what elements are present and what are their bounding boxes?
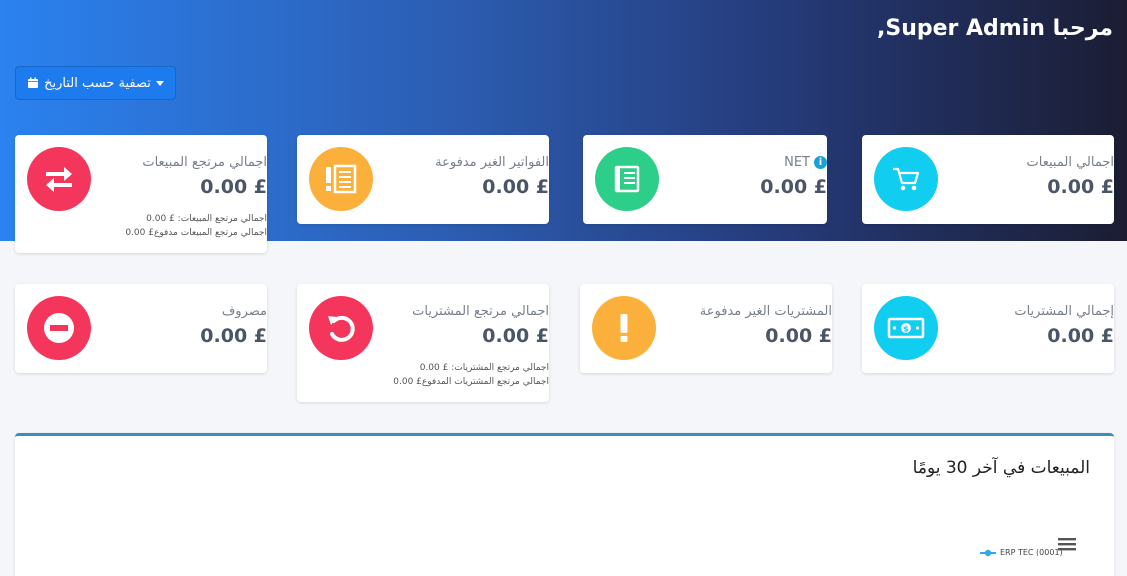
stat-label: مصروف	[221, 304, 267, 319]
cart-icon	[874, 147, 938, 211]
stat-label: المشتريات الغير مدفوعة	[699, 304, 832, 319]
stat-label: إجمالي المشتريات	[1014, 304, 1114, 319]
stat-label: اجمالي المبيعات	[1026, 155, 1114, 170]
date-filter-label: تصفية حسب التاريخ	[44, 75, 151, 91]
stat-label: اجمالي مرتجع المبيعات	[142, 155, 267, 170]
stat-card-unpaid-purchases: المشتريات الغير مدفوعة 0.00 £	[580, 284, 832, 373]
stat-value: 0.00 £	[1047, 325, 1114, 347]
chart-legend-item[interactable]: ERP TEC (0001)	[980, 548, 1063, 557]
ledger-icon	[595, 147, 659, 211]
stat-value: 0.00 £	[482, 325, 549, 347]
welcome-title: مرحبا Super Admin,	[876, 16, 1113, 41]
stat-card-sales-return: اجمالي مرتجع المبيعات 0.00 £ اجمالي مرتج…	[15, 135, 267, 253]
net-label: NET	[784, 155, 810, 170]
calendar-icon	[27, 77, 39, 89]
stat-sub-line: اجمالي مرتجع المبيعات مدفوع£ 0.00	[125, 228, 267, 238]
info-icon[interactable]: i	[814, 156, 827, 169]
undo-icon	[309, 296, 373, 360]
stat-sub-line: اجمالي مرتجع المشتريات المدفوع£ 0.00	[393, 377, 549, 387]
minus-circle-icon	[27, 296, 91, 360]
stat-value: 0.00 £	[765, 325, 832, 347]
sales-chart-panel: المبيعات في آخر 30 يومًا ERP TEC (0001)	[15, 433, 1114, 576]
exchange-icon	[27, 147, 91, 211]
caret-down-icon	[155, 80, 164, 86]
stat-label: i NET	[784, 155, 827, 170]
exclamation-icon	[592, 296, 656, 360]
invoice-alert-icon	[309, 147, 373, 211]
stat-value: 0.00 £	[200, 176, 267, 198]
stat-label: اجمالي مرتجع المشتريات	[412, 304, 549, 319]
stat-card-unpaid-invoices: الفواتير الغير مدفوعة 0.00 £	[297, 135, 549, 224]
date-filter-button[interactable]: تصفية حسب التاريخ	[15, 66, 176, 100]
stat-label: الفواتير الغير مدفوعة	[435, 155, 549, 170]
svg-text:$: $	[903, 325, 909, 334]
stat-sub-line: اجمالي مرتجع المبيعات: £ 0.00	[146, 214, 267, 224]
stat-card-total-purchases: $ إجمالي المشتريات 0.00 £	[862, 284, 1114, 373]
stat-sub-line: اجمالي مرتجع المشتريات: £ 0.00	[419, 363, 549, 373]
legend-label: ERP TEC (0001)	[1000, 548, 1063, 557]
stat-value: 0.00 £	[1047, 176, 1114, 198]
money-bill-icon: $	[874, 296, 938, 360]
stat-card-total-sales: اجمالي المبيعات 0.00 £	[862, 135, 1114, 224]
stat-card-net: i NET 0.00 £	[583, 135, 827, 224]
stat-card-expense: مصروف 0.00 £	[15, 284, 267, 373]
stat-value: 0.00 £	[200, 325, 267, 347]
legend-line-marker-icon	[980, 549, 996, 556]
stat-card-purchase-return: اجمالي مرتجع المشتريات 0.00 £ اجمالي مرت…	[297, 284, 549, 402]
stat-value: 0.00 £	[760, 176, 827, 198]
chart-title: المبيعات في آخر 30 يومًا	[912, 458, 1090, 478]
stat-value: 0.00 £	[482, 176, 549, 198]
